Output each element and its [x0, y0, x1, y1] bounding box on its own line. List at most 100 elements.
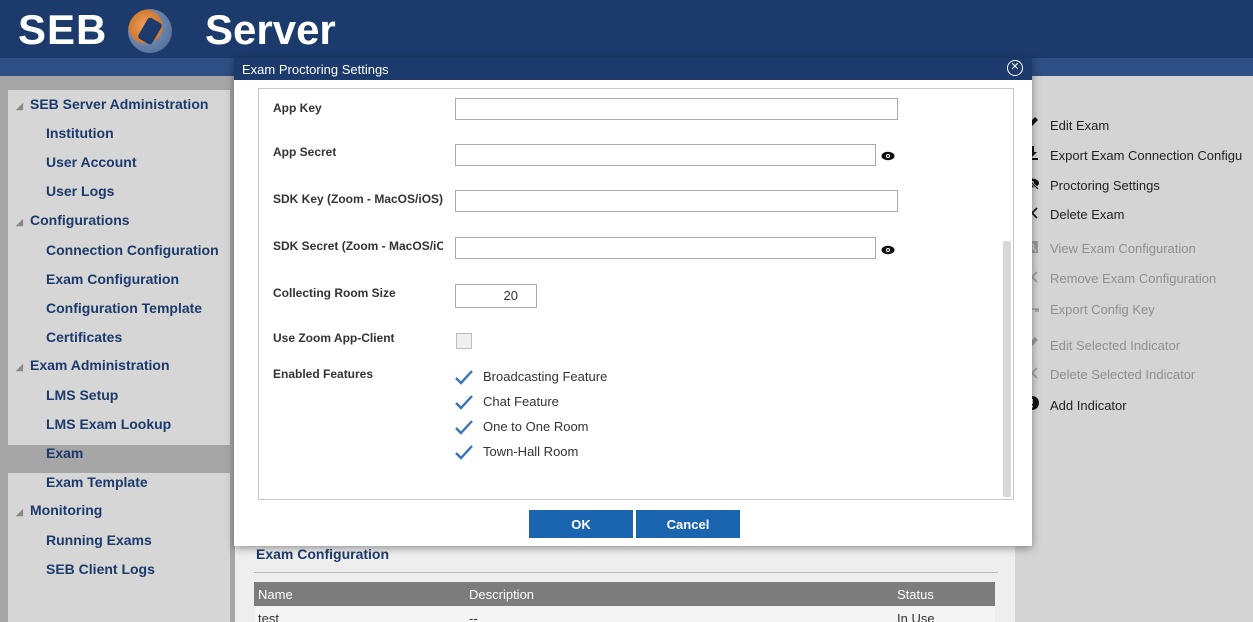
- sidebar-item-label: Exam: [46, 445, 84, 461]
- sidebar: ◢ SEB Server Administration Institution U…: [8, 90, 230, 622]
- feature-broadcasting[interactable]: Broadcasting Feature: [455, 369, 607, 386]
- sidebar-item-label: Certificates: [46, 329, 123, 345]
- sidebar-section-seb-server-administration[interactable]: ◢ SEB Server Administration: [8, 96, 238, 124]
- sidebar-item-label: SEB Server Administration: [30, 96, 209, 112]
- sidebar-item-label: SEB Client Logs: [46, 561, 155, 577]
- checkbox-checked-icon[interactable]: [455, 394, 473, 411]
- table-row[interactable]: test -- In Use: [254, 606, 995, 622]
- app-secret-input[interactable]: [455, 144, 876, 166]
- column-header-status[interactable]: Status: [897, 587, 934, 602]
- enabled-features-label: Enabled Features: [273, 367, 374, 381]
- feature-label: Chat Feature: [483, 394, 559, 409]
- sdk-secret-input[interactable]: [455, 237, 876, 259]
- sidebar-section-monitoring[interactable]: ◢ Monitoring: [8, 502, 238, 530]
- sidebar-item-exam-configuration[interactable]: Exam Configuration: [8, 271, 230, 299]
- sidebar-item-exam[interactable]: Exam: [8, 445, 230, 473]
- collecting-room-size-input[interactable]: 20: [455, 284, 537, 308]
- cell-description: --: [469, 611, 478, 622]
- action-add-indicator[interactable]: Add Indicator: [1022, 396, 1127, 413]
- action-label: Delete Selected Indicator: [1050, 367, 1196, 382]
- sidebar-item-label: Exam Template: [46, 474, 148, 490]
- action-label: Add Indicator: [1050, 398, 1127, 413]
- column-header-name[interactable]: Name: [258, 587, 293, 602]
- expand-triangle-icon: ◢: [16, 507, 23, 517]
- use-zoom-app-client-label: Use Zoom App-Client: [273, 331, 395, 345]
- sidebar-item-label: Connection Configuration: [46, 242, 219, 258]
- sidebar-item-institution[interactable]: Institution: [8, 125, 230, 153]
- checkbox-checked-icon[interactable]: [455, 369, 473, 386]
- collecting-room-size-label: Collecting Room Size: [273, 286, 396, 300]
- action-edit-selected-indicator[interactable]: Edit Selected Indicator: [1022, 336, 1180, 353]
- sidebar-item-label: LMS Exam Lookup: [46, 416, 172, 432]
- sidebar-item-label: Monitoring: [30, 502, 103, 518]
- sidebar-item-label: Configurations: [30, 212, 130, 228]
- action-edit-exam[interactable]: Edit Exam: [1022, 116, 1109, 133]
- action-proctoring-settings[interactable]: Proctoring Settings: [1022, 176, 1160, 193]
- feature-chat[interactable]: Chat Feature: [455, 394, 559, 411]
- exam-configuration-section-title: Exam Configuration: [256, 546, 390, 562]
- app-key-input[interactable]: [455, 98, 898, 120]
- table-header: Name Description Status: [254, 582, 995, 606]
- proctoring-settings-dialog: Exam Proctoring Settings ✕ App Key App S…: [234, 58, 1032, 546]
- app-header: SEB Server: [0, 0, 1253, 58]
- sidebar-item-label: Exam Configuration: [46, 271, 180, 287]
- sidebar-section-configurations[interactable]: ◢ Configurations: [8, 212, 238, 240]
- feature-label: Town-Hall Room: [483, 444, 579, 459]
- checkbox-checked-icon[interactable]: [455, 419, 473, 436]
- app-secret-label: App Secret: [273, 145, 337, 159]
- action-view-exam-configuration[interactable]: View Exam Configuration: [1022, 240, 1196, 256]
- action-label: View Exam Configuration: [1050, 241, 1196, 256]
- dialog-form: App Key App Secret SDK Key (Zoom - MacOS…: [258, 88, 1014, 500]
- dialog-title: Exam Proctoring Settings: [242, 62, 389, 77]
- action-delete-selected-indicator[interactable]: Delete Selected Indicator: [1022, 366, 1195, 382]
- sdk-secret-label: SDK Secret (Zoom - MacOS/iC: [273, 239, 443, 253]
- sidebar-item-user-logs[interactable]: User Logs: [8, 183, 230, 211]
- action-delete-exam[interactable]: Delete Exam: [1022, 206, 1124, 222]
- feature-one-to-one-room[interactable]: One to One Room: [455, 419, 589, 436]
- sidebar-item-seb-client-logs[interactable]: SEB Client Logs: [8, 561, 230, 589]
- sidebar-item-label: Institution: [46, 125, 114, 141]
- sidebar-item-certificates[interactable]: Certificates: [8, 329, 230, 357]
- action-label: Delete Exam: [1050, 207, 1125, 222]
- action-label: Edit Exam: [1050, 118, 1110, 133]
- sidebar-item-user-account[interactable]: User Account: [8, 154, 230, 182]
- cancel-button[interactable]: Cancel: [636, 510, 740, 538]
- seb-logo-icon: [128, 9, 172, 53]
- action-remove-exam-configuration[interactable]: Remove Exam Configuration: [1022, 270, 1216, 286]
- close-icon[interactable]: ✕: [1007, 60, 1023, 76]
- ok-button[interactable]: OK: [529, 510, 633, 538]
- app-key-label: App Key: [273, 101, 322, 115]
- action-export-exam-connection-configuration[interactable]: Export Exam Connection Configu: [1022, 146, 1242, 163]
- sidebar-item-label: Running Exams: [46, 532, 152, 548]
- sidebar-item-label: Exam Administration: [30, 357, 170, 373]
- sidebar-item-configuration-template[interactable]: Configuration Template: [8, 300, 230, 328]
- sidebar-item-exam-template[interactable]: Exam Template: [8, 474, 230, 502]
- show-password-eye-icon[interactable]: [881, 151, 895, 161]
- sidebar-section-exam-administration[interactable]: ◢ Exam Administration: [8, 357, 238, 385]
- scrollbar[interactable]: [1003, 241, 1011, 497]
- cell-status: In Use: [897, 611, 935, 622]
- sidebar-item-lms-setup[interactable]: LMS Setup: [8, 387, 230, 415]
- expand-triangle-icon: ◢: [16, 362, 23, 372]
- action-label: Export Exam Connection Configu: [1050, 148, 1243, 163]
- cell-name: test: [258, 611, 279, 622]
- sidebar-item-running-exams[interactable]: Running Exams: [8, 532, 230, 560]
- sidebar-item-lms-exam-lookup[interactable]: LMS Exam Lookup: [8, 416, 230, 444]
- sidebar-item-label: User Account: [46, 154, 137, 170]
- expand-triangle-icon: ◢: [16, 101, 23, 111]
- action-export-config-key[interactable]: Export Config Key: [1022, 301, 1155, 317]
- show-password-eye-icon[interactable]: [881, 245, 895, 255]
- sidebar-item-connection-configuration[interactable]: Connection Configuration: [8, 242, 230, 270]
- sidebar-item-label: User Logs: [46, 183, 115, 199]
- checkbox-checked-icon[interactable]: [455, 444, 473, 461]
- sdk-key-input[interactable]: [455, 190, 898, 212]
- feature-town-hall-room[interactable]: Town-Hall Room: [455, 444, 578, 461]
- use-zoom-app-client-checkbox[interactable]: [456, 333, 472, 349]
- sidebar-item-label: LMS Setup: [46, 387, 119, 403]
- expand-triangle-icon: ◢: [16, 217, 23, 227]
- column-header-description[interactable]: Description: [469, 587, 534, 602]
- action-label: Export Config Key: [1050, 302, 1155, 317]
- logo-text-server: Server: [205, 6, 336, 53]
- sidebar-item-label: Configuration Template: [46, 300, 203, 316]
- divider: [254, 572, 998, 573]
